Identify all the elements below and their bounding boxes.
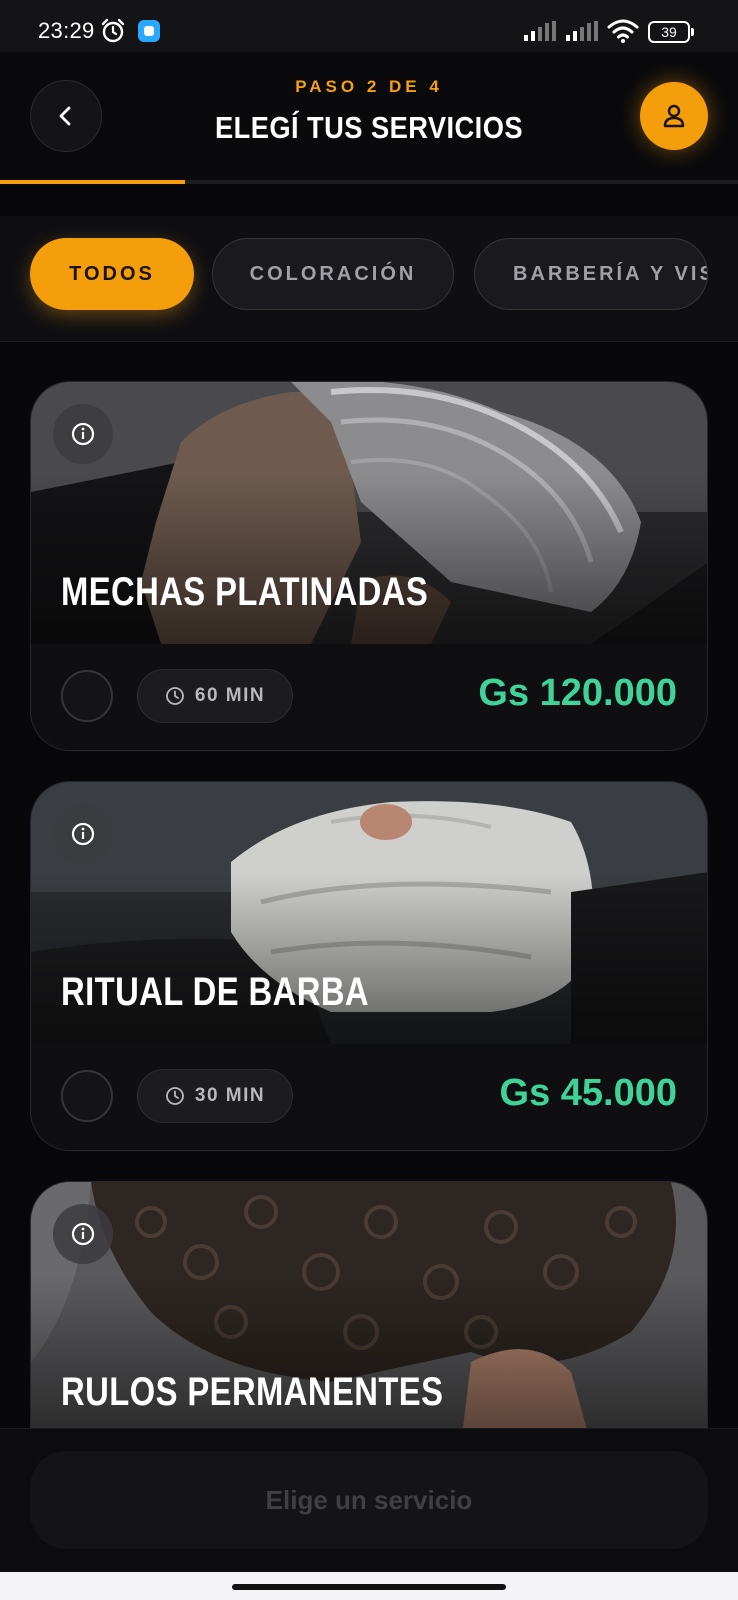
continue-button[interactable]: Elige un servicio (30, 1451, 708, 1549)
info-button[interactable] (53, 404, 113, 464)
select-radio[interactable] (61, 1070, 113, 1122)
progress-fill (0, 180, 185, 184)
filter-chip-todos[interactable]: TODOS (30, 238, 194, 310)
filter-chip-coloracion[interactable]: COLORACIÓN (212, 238, 454, 310)
bottom-bar: Elige un servicio (0, 1428, 738, 1572)
service-title: MECHAS PLATINADAS (61, 570, 429, 614)
battery-icon: 39 (648, 21, 694, 43)
page-title: ELEGÍ TUS SERVICIOS (214, 110, 523, 145)
service-card[interactable]: MECHAS PLATINADAS 60 MIN Gs 120.000 (30, 381, 708, 751)
status-time: 23:29 (38, 18, 95, 43)
signal-icon (524, 21, 556, 41)
service-card[interactable]: RITUAL DE BARBA 30 MIN Gs 45.000 (30, 781, 708, 1151)
filter-chip-barberia[interactable]: BARBERÍA Y VIS (474, 238, 708, 310)
clock-icon (165, 687, 184, 705)
select-radio[interactable] (61, 670, 113, 722)
duration-text: 30 MIN (194, 1085, 266, 1106)
service-title: RULOS PERMANENTES (61, 1370, 444, 1414)
service-price: Gs 120.000 (478, 672, 677, 714)
duration-badge: 30 MIN (137, 1069, 293, 1123)
duration-text: 60 MIN (194, 685, 266, 706)
wifi-icon (607, 19, 639, 43)
profile-button[interactable] (640, 82, 708, 150)
header: PASO 2 DE 4 ELEGÍ TUS SERVICIOS (0, 52, 738, 184)
info-button[interactable] (53, 1204, 113, 1264)
system-nav-bar (0, 1572, 738, 1600)
service-title: RITUAL DE BARBA (61, 970, 370, 1014)
info-icon (71, 822, 95, 846)
step-indicator: PASO 2 DE 4 (295, 77, 443, 96)
alarm-icon (101, 18, 125, 43)
signal-icon (566, 21, 598, 41)
info-icon (71, 1222, 95, 1246)
duration-badge: 60 MIN (137, 669, 293, 723)
home-indicator[interactable] (232, 1584, 506, 1590)
info-button[interactable] (53, 804, 113, 864)
app-notification-icon (138, 20, 160, 42)
service-price: Gs 45.000 (499, 1072, 677, 1114)
service-card[interactable]: RULOS PERMANENTES (30, 1181, 708, 1428)
user-icon (663, 104, 685, 128)
category-filters: TODOS COLORACIÓN BARBERÍA Y VIS (0, 216, 738, 342)
battery-level: 39 (661, 24, 677, 40)
services-list: MECHAS PLATINADAS 60 MIN Gs 120.000 RITU… (0, 343, 738, 1428)
status-bar: 23:29 39 (0, 0, 738, 52)
progress-bar (0, 180, 738, 184)
clock-icon (165, 1087, 184, 1105)
info-icon (71, 422, 95, 446)
